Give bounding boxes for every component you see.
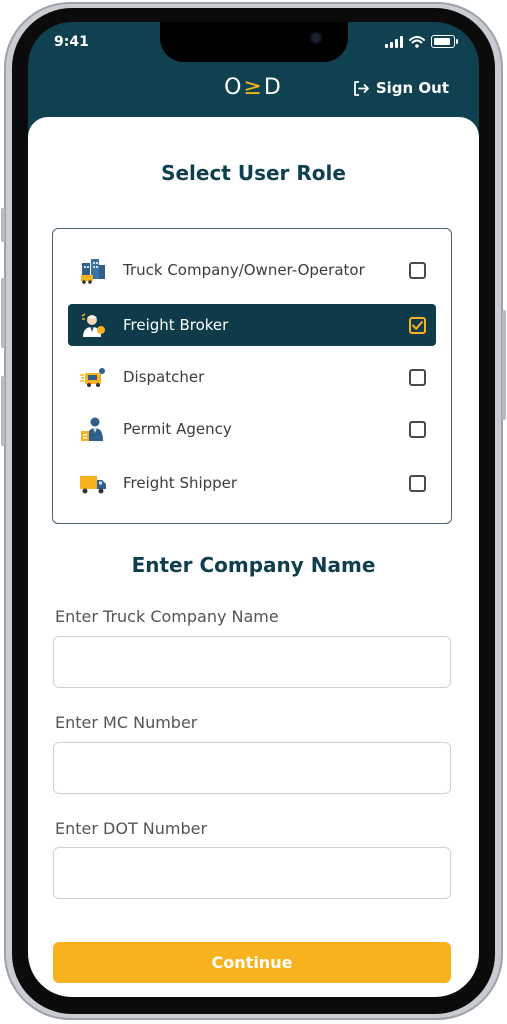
sign-out-icon (353, 80, 369, 96)
content-panel: Select User Role Truck Company/Owner-Ope… (28, 117, 479, 997)
role-label-permit-agency: Permit Agency (123, 420, 232, 438)
cellular-signal-icon (385, 35, 403, 48)
dispatcher-icon (80, 368, 105, 387)
role-item-freight-shipper[interactable]: Freight Shipper (68, 462, 436, 504)
continue-button[interactable]: Continue (53, 942, 451, 983)
select-role-title: Select User Role (161, 161, 346, 185)
screen: 9:41 O≥D Sign Out Select User Role Truck… (28, 22, 479, 997)
role-checkbox-freight-shipper[interactable] (409, 474, 426, 492)
side-button (1, 208, 5, 242)
battery-icon (431, 35, 458, 48)
role-label-dispatcher: Dispatcher (123, 368, 205, 386)
mc-number-input[interactable] (53, 742, 451, 794)
power-button (502, 310, 506, 420)
truck-company-name-input[interactable] (53, 636, 451, 688)
role-list: Truck Company/Owner-Operator Freight Bro… (52, 228, 452, 524)
role-checkbox-permit-agency[interactable] (409, 420, 426, 438)
role-item-permit-agency[interactable]: Permit Agency (68, 408, 436, 450)
company-section-title: Enter Company Name (131, 553, 376, 577)
freight-shipper-icon (80, 476, 106, 494)
logo-mid: ≥ (243, 75, 264, 100)
truck-company-name-label: Enter Truck Company Name (55, 607, 279, 626)
volume-up-button (1, 278, 5, 348)
role-label-truck-company: Truck Company/Owner-Operator (123, 261, 365, 279)
sign-out-label: Sign Out (375, 79, 449, 97)
camera-icon (310, 32, 322, 44)
role-item-dispatcher[interactable]: Dispatcher (68, 356, 436, 398)
volume-down-button (1, 376, 5, 446)
role-label-freight-shipper: Freight Shipper (123, 474, 238, 492)
role-item-truck-company[interactable]: Truck Company/Owner-Operator (68, 249, 436, 291)
truck-company-icon (81, 259, 105, 284)
dot-number-label: Enter DOT Number (55, 819, 208, 838)
role-label-freight-broker: Freight Broker (123, 316, 229, 334)
status-time: 9:41 (54, 34, 89, 50)
dot-number-input[interactable] (53, 847, 451, 899)
role-checkbox-dispatcher[interactable] (409, 368, 426, 386)
sign-out-button[interactable]: Sign Out (353, 79, 449, 97)
role-checkbox-truck-company[interactable] (409, 261, 426, 279)
mc-number-label: Enter MC Number (55, 713, 198, 732)
notch (160, 22, 348, 62)
logo-left: O (224, 75, 244, 100)
wifi-icon (409, 35, 425, 48)
role-item-freight-broker[interactable]: Freight Broker (68, 304, 436, 346)
checkmark-icon (412, 320, 423, 330)
permit-agency-icon (81, 417, 103, 441)
freight-broker-icon (81, 313, 105, 337)
status-icons (385, 35, 458, 48)
role-checkbox-freight-broker[interactable] (409, 316, 426, 334)
logo-right: D (263, 75, 283, 100)
